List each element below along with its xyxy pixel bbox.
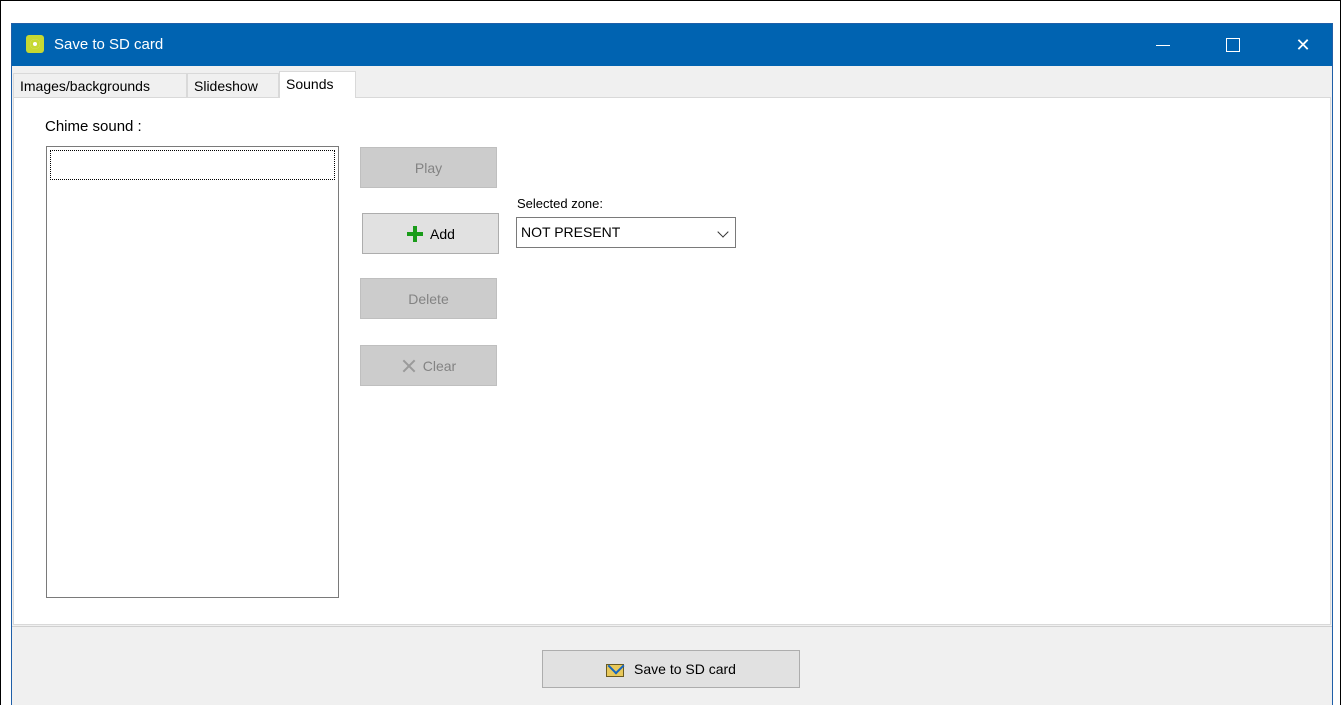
delete-button[interactable]: Delete <box>360 278 497 319</box>
close-button[interactable]: ✕ <box>1280 24 1326 66</box>
tab-images-backgrounds[interactable]: Images/backgrounds <box>13 73 187 97</box>
selected-zone-dropdown[interactable]: NOT PRESENT <box>516 217 736 248</box>
play-button[interactable]: Play <box>360 147 497 188</box>
clear-x-icon <box>401 358 417 374</box>
save-to-sd-dialog: Save to SD card ✕ Images/backgrounds Sli… <box>11 23 1333 705</box>
tab-slideshow[interactable]: Slideshow <box>187 73 279 97</box>
selected-zone-value: NOT PRESENT <box>521 224 621 240</box>
list-focus-item[interactable] <box>50 150 335 180</box>
add-button[interactable]: Add <box>362 213 499 254</box>
minimize-button[interactable] <box>1140 24 1186 66</box>
plus-icon <box>406 225 424 243</box>
app-icon <box>26 35 44 53</box>
chevron-down-icon <box>717 226 729 238</box>
window-title: Save to SD card <box>54 36 164 53</box>
maximize-icon <box>1226 38 1240 52</box>
tab-sounds[interactable]: Sounds <box>279 71 356 98</box>
chime-sound-list[interactable] <box>46 146 339 598</box>
selected-zone-label: Selected zone: <box>517 196 604 211</box>
footer-divider <box>12 626 1332 627</box>
save-to-card-icon <box>606 657 626 678</box>
save-to-sd-card-button[interactable]: Save to SD card <box>542 650 800 688</box>
delete-button-label: Delete <box>408 290 449 307</box>
chime-sound-label: Chime sound : <box>45 118 142 135</box>
maximize-button[interactable] <box>1210 24 1256 66</box>
title-bar[interactable]: Save to SD card ✕ <box>12 24 1332 66</box>
save-button-label: Save to SD card <box>634 661 736 677</box>
clear-button[interactable]: Clear <box>360 345 497 386</box>
minimize-icon <box>1156 44 1170 46</box>
clear-button-label: Clear <box>422 357 457 374</box>
play-button-label: Play <box>414 159 443 176</box>
add-button-label: Add <box>430 225 455 242</box>
close-icon: ✕ <box>1295 34 1311 55</box>
sounds-panel: Chime sound : Play Add Delete Clear Sele… <box>13 97 1331 625</box>
